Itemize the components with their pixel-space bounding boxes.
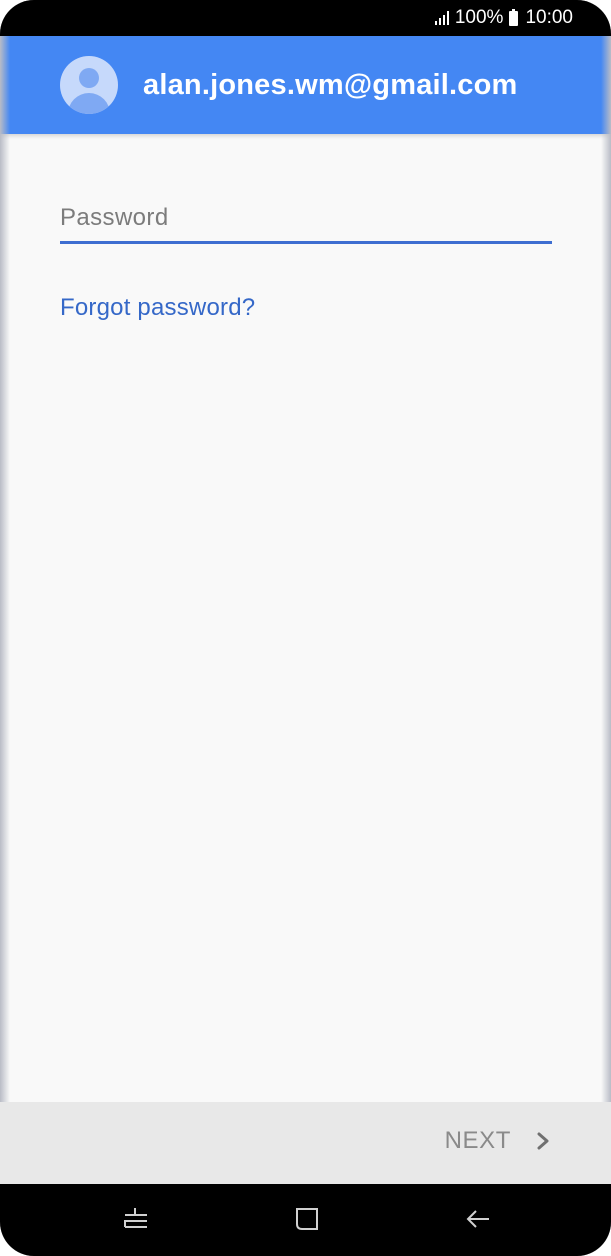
back-icon xyxy=(463,1204,493,1237)
avatar-icon xyxy=(60,56,118,114)
left-screen-edge xyxy=(0,36,10,1184)
chevron-right-icon xyxy=(535,1128,553,1154)
status-bar: 100% 10:00 xyxy=(0,0,611,36)
home-icon xyxy=(292,1204,322,1237)
footer-bar: NEXT xyxy=(0,1102,611,1184)
account-header: alan.jones.wm@gmail.com xyxy=(0,36,611,134)
next-button[interactable]: NEXT xyxy=(445,1127,553,1155)
navigation-bar xyxy=(0,1184,611,1256)
password-field-container xyxy=(60,200,552,244)
next-label: NEXT xyxy=(444,1127,511,1154)
back-button[interactable] xyxy=(458,1202,498,1238)
recent-apps-icon xyxy=(121,1204,151,1237)
home-button[interactable] xyxy=(287,1202,327,1238)
phone-frame: 100% 10:00 alan.jones.wm@gmail.com Forgo… xyxy=(0,0,611,1256)
password-input[interactable] xyxy=(60,200,552,236)
battery-percent: 100% xyxy=(454,7,504,28)
screen: 100% 10:00 alan.jones.wm@gmail.com Forgo… xyxy=(0,0,611,1256)
battery-icon xyxy=(509,8,519,26)
right-screen-edge xyxy=(601,36,611,1184)
signal-icon xyxy=(434,11,449,25)
recent-apps-button[interactable] xyxy=(116,1202,156,1238)
account-email: alan.jones.wm@gmail.com xyxy=(143,68,518,101)
clock: 10:00 xyxy=(525,7,573,28)
forgot-password-link[interactable]: Forgot password? xyxy=(60,294,255,322)
sign-in-form: Forgot password? xyxy=(0,134,611,1102)
